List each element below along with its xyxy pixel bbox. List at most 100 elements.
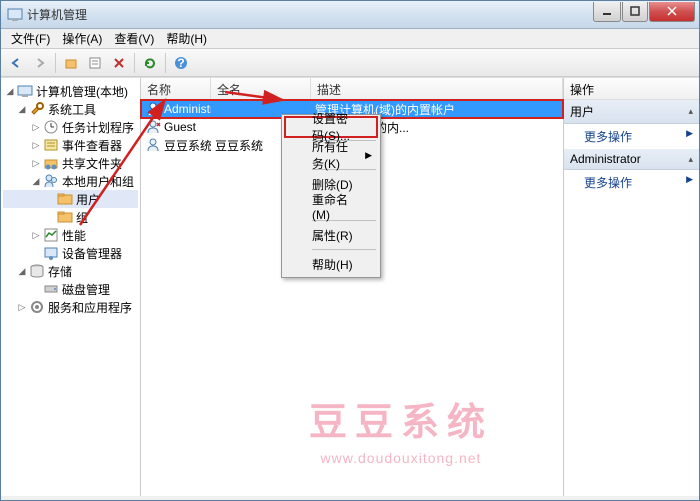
watermark: 豆豆系统 www.doudouxitong.net xyxy=(309,391,493,466)
cell-name: Guest xyxy=(164,120,196,134)
tools-icon xyxy=(29,101,45,117)
event-icon xyxy=(43,137,59,153)
menu-view[interactable]: 查看(V) xyxy=(108,28,160,49)
list-panel: 名称 全名 描述 Administrat... 管理计算机(域)的内置帐户 G xyxy=(141,78,564,496)
col-fullname[interactable]: 全名 xyxy=(211,78,311,99)
tree-label: 组 xyxy=(76,209,88,226)
expand-icon[interactable]: ▷ xyxy=(31,230,41,240)
tree-label: 本地用户和组 xyxy=(62,173,134,190)
delete-tool-button[interactable] xyxy=(108,52,130,74)
folder-icon xyxy=(57,191,73,207)
storage-icon xyxy=(29,263,45,279)
menu-help[interactable]: 帮助(H) xyxy=(160,28,213,49)
back-button[interactable] xyxy=(5,52,27,74)
tree-shared-folders[interactable]: ▷ 共享文件夹 xyxy=(3,154,138,172)
device-icon xyxy=(43,245,59,261)
tree-label: 计算机管理(本地) xyxy=(36,83,128,100)
window-title: 计算机管理 xyxy=(27,6,592,23)
services-icon xyxy=(29,299,45,315)
expand-icon[interactable]: ▷ xyxy=(17,302,27,312)
titlebar: 计算机管理 xyxy=(1,1,699,29)
expand-icon[interactable]: ▷ xyxy=(31,140,41,150)
tree-root[interactable]: ◢ 计算机管理(本地) xyxy=(3,82,138,100)
tree-label: 系统工具 xyxy=(48,101,96,118)
shared-icon xyxy=(43,155,59,171)
list-body[interactable]: Administrat... 管理计算机(域)的内置帐户 Guest 机或访问域… xyxy=(141,100,563,496)
tree-users[interactable]: 用户 xyxy=(3,190,138,208)
actions-panel: 操作 用户▴ 更多操作 ▶ Administrator▴ 更多操作 ▶ xyxy=(564,78,699,496)
statusbar xyxy=(1,496,699,500)
close-button[interactable] xyxy=(649,2,695,22)
tree-sys-tools[interactable]: ◢ 系统工具 xyxy=(3,100,138,118)
maximize-button[interactable] xyxy=(622,2,648,22)
toolbar: ? xyxy=(1,49,699,77)
user-icon xyxy=(145,137,161,153)
action-more-ops[interactable]: 更多操作 ▶ xyxy=(564,124,699,149)
disk-icon xyxy=(43,281,59,297)
expand-icon[interactable]: ▷ xyxy=(31,122,41,132)
tree-local-users[interactable]: ◢ 本地用户和组 xyxy=(3,172,138,190)
tree-panel[interactable]: ◢ 计算机管理(本地) ◢ 系统工具 ▷ 任务计划程序 ▷ 事件查看器 ▷ xyxy=(1,78,141,496)
list-header: 名称 全名 描述 xyxy=(141,78,563,100)
tree-performance[interactable]: ▷ 性能 xyxy=(3,226,138,244)
tree-label: 性能 xyxy=(62,227,86,244)
tree-label: 磁盘管理 xyxy=(62,281,110,298)
submenu-arrow-icon: ▶ xyxy=(365,150,372,161)
cm-all-tasks[interactable]: 所有任务(K)▶ xyxy=(284,144,378,166)
help-button[interactable]: ? xyxy=(170,52,192,74)
actions-section-admin[interactable]: Administrator▴ xyxy=(564,149,699,170)
watermark-url: www.doudouxitong.net xyxy=(309,450,493,466)
tree-label: 用户 xyxy=(76,191,100,208)
forward-button[interactable] xyxy=(29,52,51,74)
computer-icon xyxy=(17,83,33,99)
cell-fullname: 豆豆系统 xyxy=(215,137,263,154)
user-icon xyxy=(145,119,161,135)
tree-label: 共享文件夹 xyxy=(62,155,122,172)
tree-groups[interactable]: 组 xyxy=(3,208,138,226)
collapse-icon[interactable]: ◢ xyxy=(5,86,15,96)
app-icon xyxy=(7,7,23,23)
cell-name: Administrat... xyxy=(164,102,211,116)
menu-action[interactable]: 操作(A) xyxy=(56,28,108,49)
tree-storage[interactable]: ◢ 存储 xyxy=(3,262,138,280)
tree-label: 设备管理器 xyxy=(62,245,122,262)
tree-label: 任务计划程序 xyxy=(62,119,134,136)
collapse-icon[interactable]: ◢ xyxy=(17,266,27,276)
tree-label: 事件查看器 xyxy=(62,137,122,154)
col-desc[interactable]: 描述 xyxy=(311,78,563,99)
menubar: 文件(F) 操作(A) 查看(V) 帮助(H) xyxy=(1,29,699,49)
cm-properties[interactable]: 属性(R) xyxy=(284,224,378,246)
tree-services[interactable]: ▷ 服务和应用程序 xyxy=(3,298,138,316)
tree-task-scheduler[interactable]: ▷ 任务计划程序 xyxy=(3,118,138,136)
tree-disk-mgmt[interactable]: 磁盘管理 xyxy=(3,280,138,298)
cell-name: 豆豆系统 xyxy=(164,137,211,154)
perf-icon xyxy=(43,227,59,243)
submenu-arrow-icon: ▶ xyxy=(686,128,693,139)
tree-device-manager[interactable]: 设备管理器 xyxy=(3,244,138,262)
user-icon xyxy=(145,101,161,117)
properties-button[interactable] xyxy=(84,52,106,74)
action-more-ops-2[interactable]: 更多操作 ▶ xyxy=(564,170,699,195)
collapse-icon: ▴ xyxy=(688,154,693,165)
cm-set-password[interactable]: 设置密码(S)... xyxy=(284,116,378,138)
expand-icon[interactable]: ▷ xyxy=(31,158,41,168)
folder-icon xyxy=(57,209,73,225)
refresh-button[interactable] xyxy=(139,52,161,74)
cm-rename[interactable]: 重命名(M) xyxy=(284,195,378,217)
collapse-icon: ▴ xyxy=(688,106,693,117)
actions-header: 操作 xyxy=(564,78,699,100)
window-buttons xyxy=(592,2,695,22)
cm-help[interactable]: 帮助(H) xyxy=(284,253,378,275)
minimize-button[interactable] xyxy=(593,2,621,22)
actions-section-user[interactable]: 用户▴ xyxy=(564,100,699,124)
collapse-icon[interactable]: ◢ xyxy=(17,104,27,114)
menu-file[interactable]: 文件(F) xyxy=(5,28,56,49)
svg-text:?: ? xyxy=(177,56,184,70)
tree-event-viewer[interactable]: ▷ 事件查看器 xyxy=(3,136,138,154)
col-name[interactable]: 名称 xyxy=(141,78,211,99)
collapse-icon[interactable]: ◢ xyxy=(31,176,41,186)
up-button[interactable] xyxy=(60,52,82,74)
users-icon xyxy=(43,173,59,189)
submenu-arrow-icon: ▶ xyxy=(686,174,693,185)
context-menu: 设置密码(S)... 所有任务(K)▶ 删除(D) 重命名(M) 属性(R) 帮… xyxy=(281,114,381,278)
